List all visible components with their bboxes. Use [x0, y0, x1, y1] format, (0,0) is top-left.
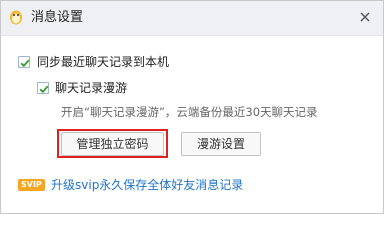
sync-label: 同步最近聊天记录到本机 [37, 55, 170, 69]
check-icon [39, 85, 49, 94]
close-icon[interactable] [357, 9, 373, 25]
title-bar: 消息设置 [1, 1, 383, 36]
svip-upgrade-link[interactable]: 升级svip永久保存全体好友消息记录 [51, 176, 243, 194]
check-icon [20, 59, 30, 68]
roaming-settings-button[interactable]: 漫游设置 [181, 132, 261, 156]
message-settings-window: 消息设置 同步最近聊天记录到本机 聊天记录漫游 开启“聊天记录漫游”，云端备份最… [0, 0, 384, 214]
svip-badge: SVIP [18, 179, 45, 191]
penguin-settings-icon [8, 9, 24, 25]
sync-checkbox[interactable] [18, 56, 30, 68]
roaming-checkbox[interactable] [37, 82, 49, 94]
window-title: 消息设置 [31, 10, 84, 25]
manage-password-button[interactable]: 管理独立密码 [61, 132, 164, 156]
roaming-description: 开启“聊天记录漫游”，云端备份最近30天聊天记录 [61, 105, 318, 119]
roaming-label: 聊天记录漫游 [55, 81, 128, 95]
